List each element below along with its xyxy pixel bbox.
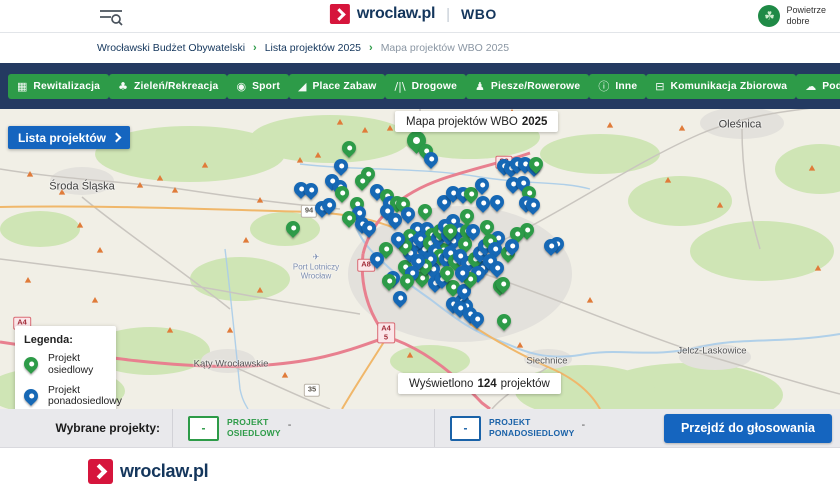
filter-button-sport[interactable]: ◉ Sport	[227, 74, 289, 99]
site-footer: wroclaw.pl	[0, 447, 840, 493]
breadcrumb: Wrocławski Budżet Obywatelski › Lista proj…	[0, 33, 840, 63]
header-divider: |	[446, 6, 450, 23]
filter-bar: ▦ Rewitalizacja ♣ Zieleń/Rekreacja ◉ Sport ◢ Pl…	[0, 63, 840, 109]
map-title-badge: Mapa projektów WBO2025	[395, 111, 558, 132]
counter-osiedlowy: -PROJEKT OSIEDLOWY-	[173, 416, 434, 441]
air-quality-text: Powietrze dobre	[786, 5, 826, 27]
legend-title: Legenda:	[24, 334, 107, 346]
lista-projektow-button[interactable]: Lista projektów	[8, 126, 130, 149]
legend-pin-icon	[21, 386, 41, 406]
filter-label: Rewitalizacja	[33, 81, 100, 92]
road-ref-badge: A4 5	[377, 322, 395, 343]
map-legend: Legenda: Projekt osiedlowy Projekt ponado…	[15, 326, 116, 409]
road-ref-badge: 35	[304, 384, 320, 397]
filter-button-inne[interactable]: ⓘ Inne	[589, 74, 646, 99]
building-icon: ▦	[17, 80, 27, 93]
site-header: wroclaw.pl | WBO ☘ Powietrze dobre	[0, 0, 840, 33]
breadcrumb-separator-icon: ›	[253, 42, 257, 54]
counter-label: PROJEKT PONADOSIEDLOWY	[489, 417, 574, 438]
footer-logo-text: wroclaw.pl	[120, 461, 208, 482]
section-label: WBO	[461, 6, 497, 22]
counter-value-osiedlowy: -	[188, 416, 219, 441]
selected-projects-label: Wybrane projekty:	[0, 421, 172, 435]
filter-button-rewitalizacja[interactable]: ▦ Rewitalizacja	[8, 74, 109, 99]
filter-label: Zieleń/Rekreacja	[134, 81, 218, 92]
breadcrumb-item[interactable]: Wrocławski Budżet Obywatelski	[97, 42, 245, 54]
counter-value-ponadosiedlowy: -	[450, 416, 481, 441]
wbo-map-page: wroclaw.pl | WBO ☘ Powietrze dobre Wrocł…	[0, 0, 840, 493]
filter-button-komunikacja-zbiorowa[interactable]: ⊟ Komunikacja Zbiorowa	[646, 74, 796, 99]
go-to-voting-button[interactable]: Przejdź do głosowania	[664, 414, 832, 443]
counter-suffix: -	[581, 419, 585, 431]
filter-label: Sport	[252, 81, 280, 92]
slide-icon: ◢	[298, 80, 306, 93]
pedestrian-icon: ♟	[475, 80, 485, 93]
wroclaw-logo-icon[interactable]	[88, 459, 113, 484]
filter-label: Drogowe	[412, 81, 457, 92]
legend-item-osiedlowy: Projekt osiedlowy	[24, 353, 107, 377]
header-logo[interactable]: wroclaw.pl | WBO	[330, 4, 497, 24]
filter-button-drogowe[interactable]: /|\ Drogowe	[385, 74, 466, 99]
filter-label: Place Zabaw	[312, 81, 376, 92]
legend-item-ponadosiedlowy: Projekt ponadosiedlowy	[24, 385, 107, 409]
road-icon: /|\	[394, 80, 405, 93]
counter-ponadosiedlowy: -PROJEKT PONADOSIEDLOWY-	[435, 416, 585, 441]
legend-item-label: Projekt ponadosiedlowy	[48, 385, 122, 409]
breadcrumb-item: Mapa projektów WBO 2025	[381, 42, 509, 54]
projects-count-badge: Wyświetlono124projektów	[398, 373, 561, 394]
menu-search-icon[interactable]	[98, 7, 124, 27]
tree-icon: ♣	[118, 80, 128, 93]
info-icon: ⓘ	[598, 78, 609, 94]
ball-icon: ◉	[236, 80, 246, 93]
filter-label: Inne	[615, 81, 637, 92]
wroclaw-logo-icon	[330, 4, 350, 24]
legend-item-label: Projekt osiedlowy	[48, 353, 93, 377]
filter-label: Komunikacja Zbiorowa	[671, 81, 788, 92]
counter-label: PROJEKT OSIEDLOWY	[227, 417, 281, 438]
breadcrumb-item[interactable]: Lista projektów 2025	[265, 42, 361, 54]
filter-button-podwórka[interactable]: ☁ Podwórka	[796, 74, 840, 99]
filter-button-place-zabaw[interactable]: ◢ Place Zabaw	[289, 74, 385, 99]
air-quality-widget[interactable]: ☘ Powietrze dobre	[758, 5, 826, 27]
filter-button-zieleń-rekreacja[interactable]: ♣ Zieleń/Rekreacja	[109, 74, 227, 99]
logo-text: wroclaw.pl	[357, 5, 435, 23]
legend-pin-icon	[21, 354, 41, 374]
chevron-right-icon	[112, 133, 122, 143]
breadcrumb-separator-icon: ›	[369, 42, 373, 54]
selection-bar: Wybrane projekty: -PROJEKT OSIEDLOWY--PR…	[0, 409, 840, 447]
counter-suffix: -	[288, 419, 292, 431]
filter-label: Podwórka	[822, 81, 840, 92]
yard-icon: ☁	[805, 80, 816, 93]
projects-map[interactable]: Środa ŚląskaOleśnicaKąty WrocławskieSiec…	[0, 109, 840, 409]
filter-label: Piesze/Rowerowe	[491, 81, 580, 92]
filter-button-piesze-rowerowe[interactable]: ♟ Piesze/Rowerowe	[466, 74, 589, 99]
bus-icon: ⊟	[655, 80, 664, 93]
leaf-icon: ☘	[758, 5, 780, 27]
